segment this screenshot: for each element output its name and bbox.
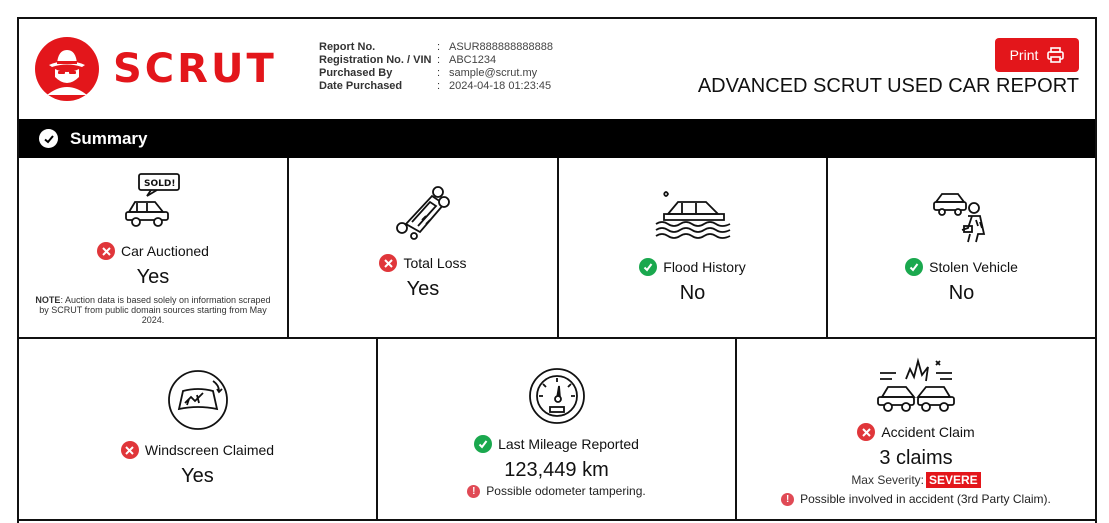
mileage-warning: ! Possible odometer tampering. [467, 484, 646, 498]
card-label: Accident Claim [881, 424, 975, 440]
meta-colon: : [437, 54, 441, 66]
card-value: Yes [136, 266, 170, 288]
warning-text: Possible odometer tampering. [486, 484, 646, 498]
meta-label: Registration No. / VIN [319, 54, 432, 66]
meta-label: Purchased By [319, 67, 393, 79]
card-windscreen-claimed: Windscreen Claimed Yes [19, 339, 378, 521]
card-stolen-vehicle: Stolen Vehicle No [828, 158, 1095, 339]
report-header: SCRUT Report No. : ASUR888888888888 Regi… [19, 19, 1095, 119]
x-circle-icon [379, 254, 398, 272]
meta-row-registration: Registration No. / VIN : ABC1234 [319, 54, 553, 67]
check-circle-icon [474, 435, 493, 453]
accident-warning: ! Possible involved in accident (3rd Par… [781, 492, 1051, 506]
exclamation-icon: ! [781, 492, 795, 506]
svg-text:SOLD!: SOLD! [144, 179, 175, 189]
note-bold: NOTE [35, 295, 61, 305]
summary-title: Summary [70, 128, 148, 148]
meta-value: ASUR888888888888 [449, 41, 553, 53]
meta-value: 2024-04-18 01:23:45 [449, 80, 552, 92]
meta-value: sample@scrut.my [449, 67, 538, 79]
card-label: Windscreen Claimed [144, 442, 275, 458]
sold-car-icon: SOLD! [125, 173, 180, 227]
card-label: Flood History [663, 259, 746, 275]
card-value: Yes [181, 465, 214, 487]
card-value: 123,449 km [504, 459, 609, 481]
car-crash-icon [877, 357, 955, 412]
meta-row-purchased-by: Purchased By : sample@scrut.my [319, 67, 553, 80]
summary-header: Summary [19, 119, 1095, 158]
status-car-auctioned: Car Auctioned [97, 242, 209, 260]
meta-colon: : [437, 80, 441, 92]
check-circle-icon [905, 258, 924, 276]
brand-logo: SCRUT [35, 37, 277, 101]
thief-car-icon [932, 193, 985, 243]
report-title: ADVANCED SCRUT USED CAR REPORT [697, 75, 1079, 97]
check-circle-icon [39, 129, 58, 148]
status-accident-claim: Accident Claim [857, 423, 975, 441]
card-label: Total Loss [403, 255, 467, 271]
severity-label: Max Severity: [851, 473, 924, 487]
card-label: Car Auctioned [121, 243, 209, 259]
report-frame: SCRUT Report No. : ASUR888888888888 Regi… [17, 17, 1097, 523]
scrut-logo-icon [35, 37, 99, 101]
meta-colon: : [437, 41, 441, 53]
card-value: No [948, 282, 975, 304]
windscreen-icon [167, 370, 228, 430]
card-value: 3 claims [879, 447, 953, 469]
meta-label: Date Purchased [319, 80, 403, 92]
x-circle-icon [120, 441, 139, 459]
card-total-loss: Total Loss Yes [289, 158, 559, 339]
card-label: Stolen Vehicle [929, 259, 1018, 275]
warning-text: Possible involved in accident (3rd Party… [800, 492, 1051, 506]
brand-name: SCRUT [113, 46, 277, 92]
x-circle-icon [97, 242, 116, 260]
exclamation-icon: ! [467, 484, 481, 498]
note-text: : Auction data is based solely on inform… [39, 295, 271, 325]
auction-note: NOTE: Auction data is based solely on in… [33, 295, 273, 325]
meta-row-date-purchased: Date Purchased : 2024-04-18 01:23:45 [319, 80, 553, 93]
status-last-mileage: Last Mileage Reported [474, 435, 639, 453]
status-total-loss: Total Loss [379, 254, 467, 272]
max-severity: Max Severity: SEVERE [851, 472, 981, 488]
card-accident-claim: Accident Claim 3 claims Max Severity: SE… [737, 339, 1095, 521]
meta-label: Report No. [319, 41, 376, 53]
meta-row-report-no: Report No. : ASUR888888888888 [319, 41, 553, 54]
speedometer-icon [528, 368, 585, 424]
x-circle-icon [857, 423, 876, 441]
flooded-car-icon [655, 191, 730, 239]
report-meta: Report No. : ASUR888888888888 Registrati… [319, 41, 553, 93]
overturned-car-icon [396, 186, 450, 240]
card-label: Last Mileage Reported [498, 436, 639, 452]
card-car-auctioned: SOLD! Car Auctioned Yes NOTE: Auction da… [19, 158, 289, 339]
card-last-mileage: Last Mileage Reported 123,449 km ! Possi… [378, 339, 737, 521]
status-flood-history: Flood History [639, 258, 746, 276]
status-stolen-vehicle: Stolen Vehicle [905, 258, 1018, 276]
card-flood-history: Flood History No [559, 158, 828, 339]
status-windscreen-claimed: Windscreen Claimed [120, 441, 275, 459]
meta-colon: : [437, 67, 441, 79]
meta-value: ABC1234 [449, 54, 497, 66]
printer-icon [1047, 47, 1065, 63]
card-value: No [679, 282, 706, 304]
print-button[interactable]: Print [995, 38, 1079, 72]
check-circle-icon [639, 258, 658, 276]
print-label: Print [1009, 47, 1039, 63]
card-value: Yes [406, 278, 440, 300]
severity-badge: SEVERE [926, 472, 981, 488]
